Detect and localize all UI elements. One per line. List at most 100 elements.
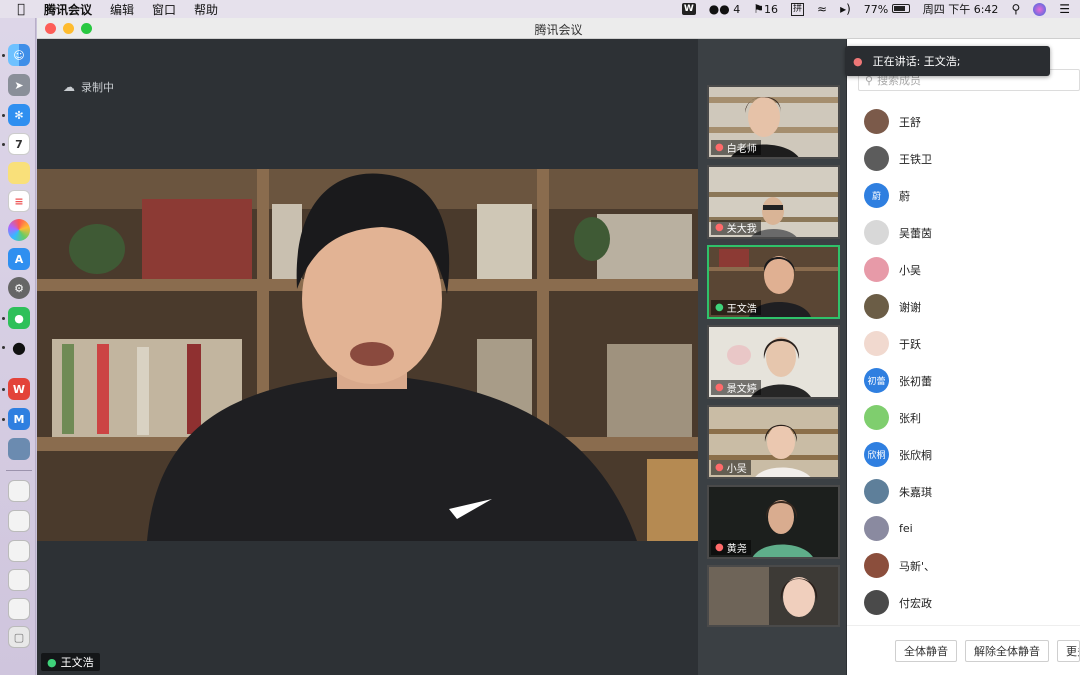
- participant-video-tile[interactable]: ● 王文浩: [707, 245, 840, 319]
- menubar:  腾讯会议 编辑 窗口 帮助 W ●● 4 ⚑16 拼 ≈ ▸) 77% 周四…: [0, 0, 1080, 18]
- battery-percent: 77%: [863, 2, 889, 16]
- participant-video-tile[interactable]: ● 关大我: [707, 165, 840, 239]
- main-speaker-video[interactable]: [37, 169, 698, 541]
- avatar: [864, 479, 889, 504]
- spotlight-search-icon[interactable]: ⚲: [1011, 2, 1020, 16]
- participant-video-tile[interactable]: ● 景文婷: [707, 325, 840, 399]
- safari-icon[interactable]: ✻: [8, 104, 30, 126]
- tencent-meeting-icon[interactable]: M: [8, 408, 30, 430]
- unmute-all-button[interactable]: 解除全体静音: [965, 639, 1049, 662]
- member-row[interactable]: 付宏政: [847, 584, 1080, 621]
- member-row[interactable]: 张利: [847, 399, 1080, 436]
- participant-video-tile[interactable]: ● 黄尧: [707, 485, 840, 559]
- bell-count: 16: [763, 3, 778, 16]
- meeting-window: 腾讯会议 ☁ 录制中 ● 王文浩 ● 白老师 ● 关大我 ● 王文浩 ● 景文婷…: [37, 18, 1080, 675]
- wechat-status[interactable]: ●● 4: [709, 2, 740, 16]
- recording-badge[interactable]: ☁ 录制中: [57, 77, 120, 97]
- avatar: [864, 220, 889, 245]
- calendar-icon[interactable]: 7: [8, 133, 30, 155]
- dock-running-indicator: [2, 317, 5, 320]
- avatar: [864, 331, 889, 356]
- avatar: 欣桐: [864, 442, 889, 467]
- menu-app-name[interactable]: 腾讯会议: [44, 1, 92, 18]
- more-button[interactable]: 更多: [1057, 639, 1080, 662]
- participant-video-frame: [709, 567, 838, 625]
- reminders-icon[interactable]: ≡: [8, 190, 30, 212]
- dock-running-indicator: [2, 54, 5, 57]
- member-row[interactable]: 吴蕾茵: [847, 214, 1080, 251]
- microphone-on-icon: ●: [715, 302, 724, 313]
- participant-video-tile[interactable]: ● 小吴: [707, 405, 840, 479]
- member-row[interactable]: 王舒: [847, 103, 1080, 140]
- volume-icon[interactable]: ▸): [840, 2, 851, 16]
- bell-status[interactable]: ⚑16: [753, 2, 778, 16]
- member-row[interactable]: 小吴: [847, 251, 1080, 288]
- wechat-icon: ●●: [708, 2, 730, 16]
- wechat-app-icon[interactable]: ●: [8, 307, 30, 329]
- wps-office-icon[interactable]: W: [8, 378, 30, 400]
- battery-status[interactable]: 77%: [864, 3, 910, 16]
- avatar: [864, 294, 889, 319]
- dock: ☺ ➤ ✻ 7 ≡ A ⚙ ● ● W M ▢: [0, 18, 36, 675]
- member-name: 王舒: [899, 115, 921, 129]
- ime-indicator[interactable]: 拼: [790, 2, 804, 16]
- member-row[interactable]: 马新'、: [847, 547, 1080, 584]
- photos-icon[interactable]: [8, 219, 30, 241]
- notification-center-icon[interactable]: ☰: [1059, 2, 1070, 16]
- participant-name: 小吴: [726, 464, 747, 475]
- qq-icon[interactable]: ●: [8, 336, 30, 358]
- finder-icon[interactable]: ☺: [8, 44, 30, 66]
- member-name: 小吴: [899, 263, 921, 277]
- siri-icon[interactable]: [1033, 2, 1047, 16]
- battery-icon: [891, 3, 910, 13]
- speaking-text: 正在讲话: 王文浩;: [872, 55, 961, 68]
- document-stack-icon[interactable]: [8, 510, 30, 532]
- member-row[interactable]: 欣桐 张欣桐: [847, 436, 1080, 473]
- participant-thumbnails: ● 白老师 ● 关大我 ● 王文浩 ● 景文婷 ● 小吴 ● 黄尧: [698, 39, 846, 675]
- mute-all-button[interactable]: 全体静音: [895, 639, 957, 662]
- menu-window[interactable]: 窗口: [152, 1, 176, 18]
- member-row[interactable]: 谢谢: [847, 288, 1080, 325]
- apple-icon[interactable]: : [12, 2, 30, 17]
- window-title: 腾讯会议: [534, 23, 583, 37]
- document-stack-icon[interactable]: [8, 540, 30, 562]
- wifi-icon[interactable]: ≈: [817, 2, 827, 16]
- participant-video-tile[interactable]: ● 白老师: [707, 85, 840, 159]
- title-bar[interactable]: 腾讯会议: [37, 18, 1080, 39]
- document-stack-icon[interactable]: [8, 598, 30, 620]
- participant-name: 黄尧: [726, 544, 747, 555]
- clock[interactable]: 周四 下午 6:42: [923, 1, 999, 17]
- document-stack-icon[interactable]: [8, 480, 30, 502]
- microphone-muted-icon: ●: [715, 542, 724, 553]
- main-video-frame: [37, 169, 698, 541]
- member-name: fei: [899, 522, 913, 535]
- main-speaker-label: ● 王文浩: [41, 653, 100, 671]
- member-row[interactable]: 王铁卫: [847, 140, 1080, 177]
- image-capture-icon[interactable]: [8, 438, 30, 460]
- member-row[interactable]: 初蕾 张初蕾: [847, 362, 1080, 399]
- app-store-icon[interactable]: A: [8, 248, 30, 270]
- participant-video-tile[interactable]: [707, 565, 840, 627]
- menu-edit[interactable]: 编辑: [110, 1, 134, 18]
- cloud-icon: ☁: [63, 80, 75, 94]
- document-stack-icon[interactable]: [8, 569, 30, 591]
- participant-name: 关大我: [726, 224, 757, 235]
- member-name: 王铁卫: [899, 152, 932, 166]
- trash-icon[interactable]: ▢: [8, 626, 30, 648]
- avatar: [864, 146, 889, 171]
- wps-icon[interactable]: W: [681, 3, 696, 15]
- notes-icon[interactable]: [8, 162, 30, 184]
- system-preferences-icon[interactable]: ⚙: [8, 277, 30, 299]
- member-row[interactable]: 朱嘉琪: [847, 473, 1080, 510]
- participant-label: ● 关大我: [711, 220, 761, 235]
- menu-help[interactable]: 帮助: [194, 1, 218, 18]
- member-row[interactable]: 蔚蔚: [847, 177, 1080, 214]
- launchpad-icon[interactable]: ➤: [8, 74, 30, 96]
- main-speaker-name: 王文浩: [60, 656, 94, 669]
- dock-running-indicator: [2, 143, 5, 146]
- member-row[interactable]: fei: [847, 510, 1080, 547]
- avatar: [864, 590, 889, 615]
- member-row[interactable]: 于跃: [847, 325, 1080, 362]
- main-video-stage[interactable]: ☁ 录制中 ● 王文浩: [37, 39, 698, 675]
- participant-label: ● 白老师: [711, 140, 761, 155]
